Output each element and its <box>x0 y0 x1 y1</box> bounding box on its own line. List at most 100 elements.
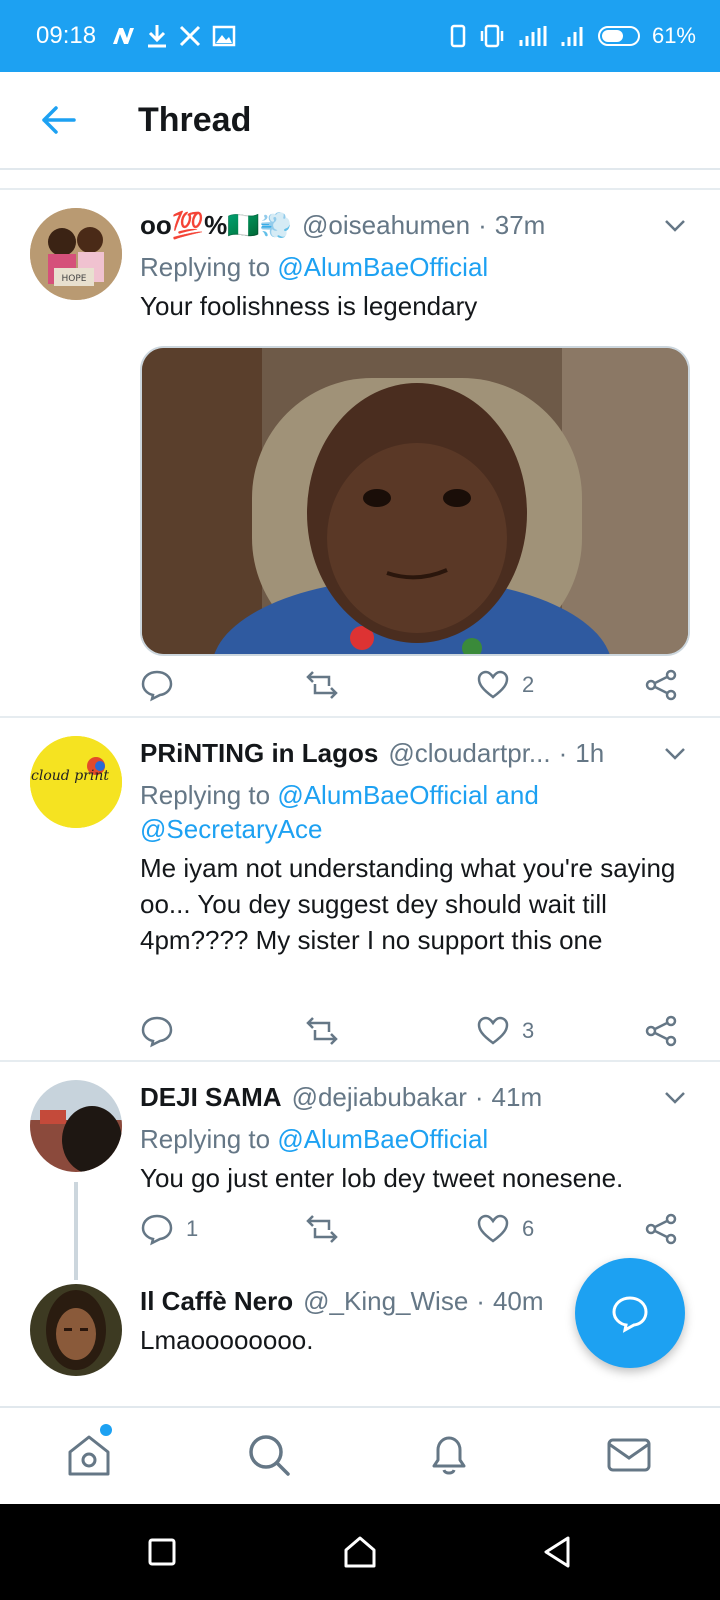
replying-to-label: Replying to <box>140 252 271 282</box>
retweet-button[interactable] <box>305 1014 351 1048</box>
avatar-sign-text: HOPE <box>62 274 87 284</box>
share-button[interactable] <box>644 668 678 702</box>
tweet-author-name[interactable]: oo💯%🇳🇬💨 <box>140 210 292 241</box>
like-count: 2 <box>522 672 535 697</box>
tweet-header: DEJI SAMA @dejiabubakar · 41m <box>140 1080 690 1114</box>
x-icon <box>180 25 201 47</box>
avatar[interactable] <box>30 1080 122 1172</box>
share-icon <box>645 669 677 701</box>
like-button[interactable]: 3 <box>476 1014 534 1048</box>
tweet-actions: 2 <box>140 668 690 708</box>
home-icon[interactable] <box>64 1430 114 1480</box>
recents-icon[interactable] <box>142 1532 182 1572</box>
tweet[interactable]: HOPE oo💯%🇳🇬💨 @oiseahumen · 37m Replying … <box>0 190 720 718</box>
avatar-image: HOPE <box>30 208 122 300</box>
retweet-icon <box>306 671 338 699</box>
tweet-author-handle[interactable]: @dejiabubakar <box>292 1082 467 1113</box>
tweet-actions: 3 <box>140 1014 690 1054</box>
image-icon <box>212 25 236 47</box>
tweet-separator: · <box>558 737 568 768</box>
avatar[interactable] <box>30 1284 122 1376</box>
chevron-down-icon[interactable] <box>660 210 690 240</box>
retweet-button[interactable] <box>305 668 351 702</box>
tweet-header: oo💯%🇳🇬💨 @oiseahumen · 37m <box>140 208 690 242</box>
search-icon[interactable] <box>244 1430 294 1480</box>
notification-n-icon <box>113 28 135 44</box>
status-right-icons: 61% <box>450 23 696 49</box>
share-button[interactable] <box>644 1212 678 1246</box>
reply-icon <box>141 670 173 702</box>
tweet-author-name[interactable]: DEJI SAMA <box>140 1082 282 1113</box>
logo-text: cloud print <box>31 768 109 784</box>
retweet-icon <box>306 1017 338 1045</box>
screen-icon <box>450 24 466 48</box>
tweet[interactable]: cloud print PRiNTING in Lagos @cloudartp… <box>0 718 720 1062</box>
avatar-logo: cloud print <box>30 736 122 828</box>
reply-button[interactable] <box>140 668 186 702</box>
tweet-author-handle[interactable]: @_King_Wise <box>303 1286 468 1317</box>
avatar[interactable]: cloud print <box>30 736 122 828</box>
like-count: 3 <box>522 1018 535 1043</box>
reply-button[interactable] <box>140 1014 186 1048</box>
home-icon[interactable] <box>340 1532 380 1572</box>
tweet-time: 40m <box>492 1285 544 1316</box>
thread-feed[interactable]: HOPE oo💯%🇳🇬💨 @oiseahumen · 37m Replying … <box>0 188 720 1406</box>
vibrate-icon <box>480 24 504 48</box>
compose-reply-icon <box>612 1296 648 1333</box>
replying-to-label: Replying to <box>140 1124 271 1154</box>
replying-to-label: Replying to <box>140 780 271 810</box>
signal-icon <box>519 26 547 46</box>
app-header: Thread <box>0 72 720 170</box>
reply-button[interactable]: 1 <box>140 1212 198 1246</box>
share-icon <box>645 1213 677 1245</box>
status-left-icons <box>110 23 236 49</box>
reply-mention-link[interactable]: @AlumBaeOfficial <box>277 1124 488 1154</box>
avatar[interactable]: HOPE <box>30 208 122 300</box>
chevron-down-icon[interactable] <box>660 1082 690 1112</box>
tweet-media-image[interactable] <box>140 346 690 656</box>
tweet-text: Me iyam not understanding what you're sa… <box>140 853 676 955</box>
tweet-separator: · <box>478 209 487 240</box>
replying-to: Replying to @AlumBaeOfficial <box>140 1122 690 1156</box>
reply-icon <box>141 1214 173 1246</box>
like-count: 6 <box>522 1216 535 1241</box>
reply-mention-link[interactable]: @AlumBaeOfficial <box>277 252 488 282</box>
tweet-author-handle[interactable]: @oiseahumen <box>302 210 470 241</box>
messages-icon[interactable] <box>604 1430 654 1480</box>
chevron-down-icon[interactable] <box>660 738 690 768</box>
baby-photo <box>142 348 688 654</box>
compose-reply-button[interactable] <box>575 1258 685 1368</box>
like-button[interactable]: 2 <box>476 668 534 702</box>
page-title: Thread <box>138 100 252 139</box>
avatar-image <box>30 1284 122 1376</box>
battery-percent: 61% <box>651 23 696 48</box>
bottom-navigation <box>0 1406 720 1504</box>
reply-count: 1 <box>186 1216 199 1241</box>
heart-icon <box>477 1016 509 1045</box>
status-time: 09:18 <box>36 22 97 49</box>
back-icon[interactable] <box>538 1532 578 1572</box>
tweet[interactable]: DEJI SAMA @dejiabubakar · 41m Replying t… <box>0 1062 720 1280</box>
like-button[interactable]: 6 <box>476 1212 534 1246</box>
tweet-time: 41m <box>491 1081 543 1112</box>
avatar-image <box>30 1080 122 1172</box>
system-navigation-bar <box>0 1504 720 1600</box>
heart-icon <box>477 1214 509 1243</box>
tweet-author-name[interactable]: Il Caffè Nero <box>140 1286 293 1317</box>
tweet-text: You go just enter lob dey tweet nonesene… <box>140 1163 624 1193</box>
back-arrow-icon <box>42 106 76 134</box>
battery-icon <box>597 26 640 46</box>
tweet-author-name[interactable]: PRiNTING in Lagos <box>140 738 378 769</box>
share-icon <box>645 1015 677 1047</box>
replying-to: Replying to @AlumBaeOfficial <box>140 250 690 284</box>
retweet-button[interactable] <box>305 1212 351 1246</box>
back-button[interactable] <box>18 80 98 160</box>
replying-to: Replying to @AlumBaeOfficial and @Secret… <box>140 778 690 846</box>
download-icon <box>148 25 167 48</box>
tweet-author-handle[interactable]: @cloudartpr... <box>388 738 550 769</box>
share-button[interactable] <box>644 1014 678 1048</box>
signal-icon <box>561 27 583 46</box>
tweet-header: PRiNTING in Lagos @cloudartpr... · 1h <box>140 736 690 770</box>
heart-icon <box>477 670 509 699</box>
notifications-icon[interactable] <box>424 1430 474 1480</box>
